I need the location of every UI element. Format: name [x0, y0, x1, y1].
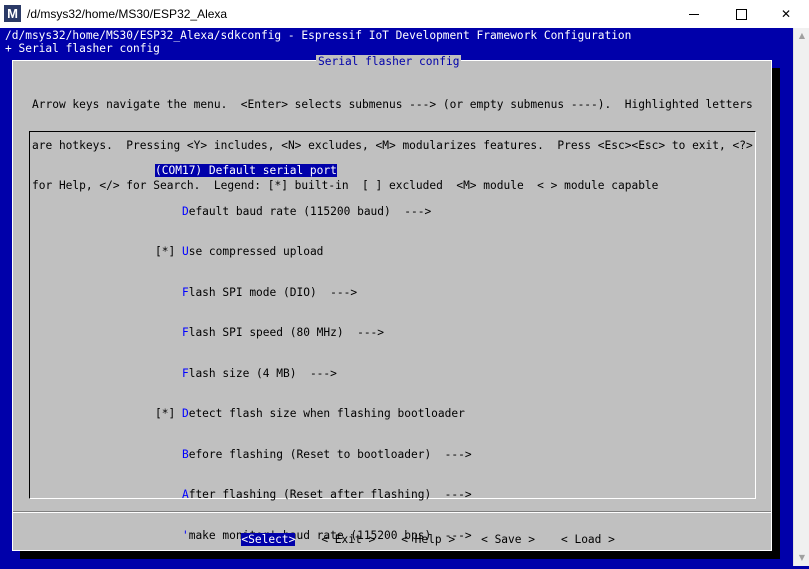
menu-item-flash-size[interactable]: Flash size (4 MB) ---> — [155, 367, 472, 381]
menu-item-label: efault baud rate (115200 baud) ---> — [188, 204, 432, 218]
select-button[interactable]: <Select> — [241, 532, 296, 546]
close-icon: ✕ — [780, 7, 792, 21]
menu-item-flash-spi-mode[interactable]: Flash SPI mode (DIO) ---> — [155, 286, 472, 300]
menu-item-label: efore flashing (Reset to bootloader) ---… — [188, 447, 472, 461]
menu-list: (COM17) Default serial port Default baud… — [155, 137, 472, 569]
menu-item-hotkey: ' — [181, 528, 189, 542]
terminal-area[interactable]: /d/msys32/home/MS30/ESP32_Alexa/sdkconfi… — [0, 28, 793, 566]
menu-item-hotkey: U — [181, 245, 189, 258]
menu-breadcrumb: + Serial flasher config — [5, 42, 160, 55]
menu-item-hotkey: D — [181, 204, 189, 218]
dialog-title: Serial flasher config — [316, 55, 462, 69]
msys2-app-icon: M — [4, 5, 21, 22]
dialog-divider — [13, 511, 771, 513]
menu-item-checkbox: [*] — [155, 245, 182, 258]
minimize-button[interactable] — [671, 0, 717, 28]
menu-item-default-baud-rate[interactable]: Default baud rate (115200 baud) ---> — [155, 205, 472, 219]
maximize-icon — [735, 9, 747, 21]
menu-item-hotkey: A — [181, 488, 189, 501]
button-bar: <Select> < Exit > < Help > < Save > < Load > — [201, 519, 641, 560]
menu-item-label: COM17) Default serial port — [161, 164, 337, 177]
exit-button[interactable]: < Exit > — [321, 533, 375, 547]
config-path-header: /d/msys32/home/MS30/ESP32_Alexa/sdkconfi… — [5, 29, 632, 42]
help-button[interactable]: < Help > — [401, 533, 455, 547]
load-button[interactable]: < Load > — [561, 533, 615, 547]
minimize-icon — [689, 14, 699, 16]
menu-item-hotkey: F — [181, 366, 189, 380]
menu-item-prefix — [155, 367, 182, 380]
menu-item-label: etect flash size when flashing bootloade… — [188, 407, 465, 420]
menu-item-hotkey: F — [181, 285, 189, 299]
window-title: /d/msys32/home/MS30/ESP32_Alexa — [27, 7, 228, 21]
menu-item-after-flashing[interactable]: After flashing (Reset after flashing) --… — [155, 488, 472, 502]
menu-item-label: lash SPI speed (80 MHz) ---> — [188, 326, 385, 339]
scroll-up-icon[interactable]: ▲ — [794, 28, 809, 44]
menu-item-prefix — [155, 286, 182, 299]
menu-item-before-flashing[interactable]: Before flashing (Reset to bootloader) --… — [155, 448, 472, 462]
menu-item-hotkey: D — [181, 407, 189, 420]
terminal-scrollbar[interactable]: ▲ ▼ — [793, 28, 809, 566]
menu-item-label: se compressed upload — [188, 245, 324, 258]
menu-item-label: lash size (4 MB) ---> — [188, 366, 337, 380]
maximize-button[interactable] — [718, 0, 764, 28]
menu-item-prefix — [155, 529, 182, 542]
close-button[interactable]: ✕ — [763, 0, 809, 28]
menu-item-detect-flash-size[interactable]: [*] Detect flash size when flashing boot… — [155, 407, 472, 421]
menu-item-hotkey: F — [181, 326, 189, 339]
menu-list-box: (COM17) Default serial port Default baud… — [29, 131, 756, 542]
menu-item-checkbox: [*] — [155, 407, 182, 420]
scroll-down-icon[interactable]: ▼ — [794, 550, 809, 566]
menu-item-prefix — [155, 448, 182, 461]
menu-item-default-serial-port[interactable]: (COM17) Default serial port — [155, 164, 472, 178]
menu-item-label: lash SPI mode (DIO) ---> — [188, 285, 358, 299]
menu-item-hotkey: B — [181, 447, 189, 461]
window-title-bar[interactable]: M /d/msys32/home/MS30/ESP32_Alexa ✕ — [0, 0, 809, 29]
menu-item-prefix — [155, 488, 182, 501]
menuconfig-dialog: Serial flasher config Arrow keys navigat… — [12, 55, 772, 551]
menu-item-label: fter flashing (Reset after flashing) ---… — [188, 488, 472, 501]
menu-item-prefix — [155, 326, 182, 339]
menu-item-prefix — [155, 205, 182, 218]
menu-item-use-compressed-upload[interactable]: [*] Use compressed upload — [155, 245, 472, 259]
save-button[interactable]: < Save > — [481, 533, 535, 547]
menu-item-flash-spi-speed[interactable]: Flash SPI speed (80 MHz) ---> — [155, 326, 472, 340]
menu-item-hotkey: ( — [155, 164, 162, 177]
instructions-line: Arrow keys navigate the menu. <Enter> se… — [32, 98, 753, 111]
